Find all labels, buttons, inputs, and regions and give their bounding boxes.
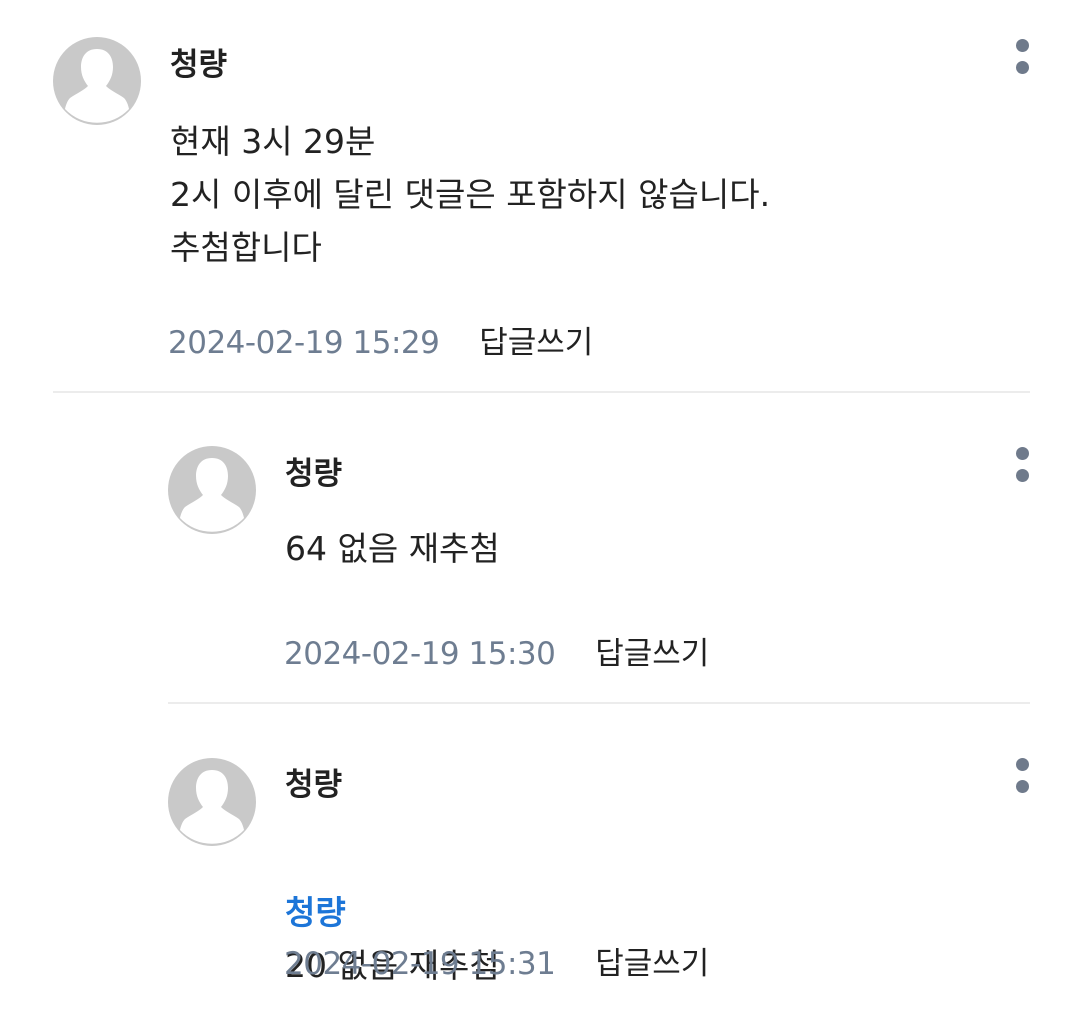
more-options-button[interactable] — [1008, 36, 1038, 86]
more-options-button[interactable] — [1008, 755, 1038, 805]
comment-timestamp: 2024-02-19 15:30 — [284, 636, 556, 672]
avatar[interactable] — [168, 446, 256, 534]
default-profile-icon — [65, 49, 129, 123]
reply-button[interactable]: 답글쓰기 — [595, 636, 709, 672]
avatar[interactable] — [168, 758, 256, 846]
comment-meta: 2024-02-19 15:31 답글쓰기 — [284, 944, 709, 984]
comment-text: 현재 3시 29분 2시 이후에 달린 댓글은 포함하지 않습니다. 추첨합니다 — [170, 122, 771, 267]
comment-author[interactable]: 청량 — [285, 765, 342, 805]
comment-author[interactable]: 청량 — [285, 454, 342, 494]
comment-timestamp: 2024-02-19 15:29 — [168, 325, 440, 361]
avatar[interactable] — [53, 37, 141, 125]
more-vertical-icon — [1016, 447, 1029, 460]
default-profile-icon — [180, 770, 244, 844]
more-vertical-icon — [1016, 39, 1029, 52]
more-vertical-icon — [1016, 758, 1029, 771]
comment-meta: 2024-02-19 15:30 답글쓰기 — [284, 634, 709, 674]
reply-comment-item: 청량 64 없음 재추첨 2024-02-19 15:30 답글쓰기 — [0, 394, 1080, 704]
mention-link[interactable]: 청량 — [285, 893, 346, 932]
more-options-button[interactable] — [1008, 444, 1038, 494]
comment-meta: 2024-02-19 15:29 답글쓰기 — [168, 323, 593, 363]
reply-button[interactable]: 답글쓰기 — [595, 946, 709, 982]
more-vertical-icon — [1016, 780, 1029, 793]
more-vertical-icon — [1016, 61, 1029, 74]
reply-comment-item: 청량 청량 20 없음 재추첨 2024-02-19 15:31 답글쓰기 — [0, 704, 1080, 1013]
more-vertical-icon — [1016, 469, 1029, 482]
divider — [53, 391, 1030, 393]
default-profile-icon — [180, 458, 244, 532]
comment-timestamp: 2024-02-19 15:31 — [284, 946, 556, 982]
comment-item: 청량 현재 3시 29분 2시 이후에 달린 댓글은 포함하지 않습니다. 추첨… — [0, 0, 1080, 394]
reply-button[interactable]: 답글쓰기 — [479, 325, 593, 361]
comment-author[interactable]: 청량 — [170, 45, 227, 85]
comment-text: 64 없음 재추첨 — [285, 529, 500, 568]
